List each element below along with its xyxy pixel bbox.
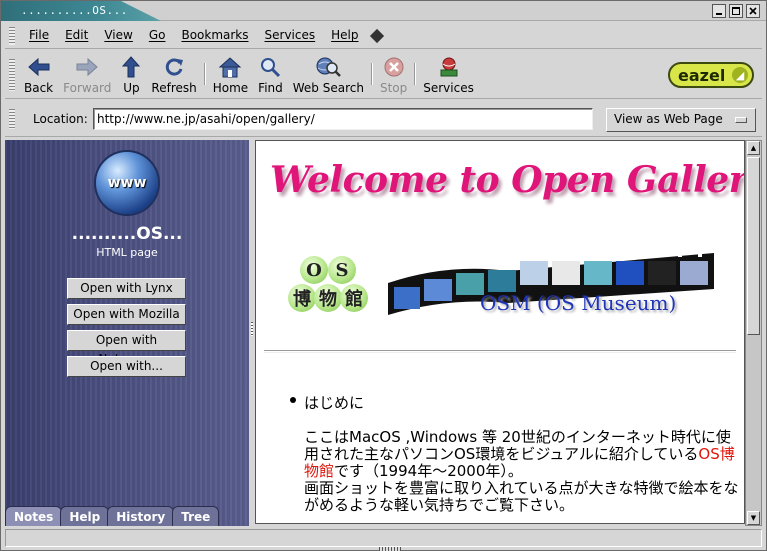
location-input[interactable]: http://www.ne.jp/asahi/open/gallery/ xyxy=(93,108,593,130)
scroll-up-arrow-icon[interactable]: ▲ xyxy=(747,141,760,155)
toolbar-separator xyxy=(370,63,373,85)
www-icon-text: www xyxy=(107,175,147,191)
title-bar[interactable]: ..........OS... xyxy=(1,1,766,21)
sidebar: www ..........OS... HTML page Open with … xyxy=(5,140,249,526)
up-arrow-icon xyxy=(122,56,141,78)
view-as-label: View as Web Page xyxy=(614,112,723,126)
menu-view[interactable]: View xyxy=(96,28,140,42)
stop-label: Stop xyxy=(379,81,408,95)
home-icon xyxy=(219,57,242,78)
sidebar-subtitle: HTML page xyxy=(96,246,158,259)
back-button[interactable]: Back xyxy=(19,55,58,95)
stop-button[interactable]: Stop xyxy=(375,55,412,95)
logo-char: O xyxy=(300,256,328,284)
eazel-logo[interactable]: eazel ◢ xyxy=(668,62,754,88)
resize-grip[interactable] xyxy=(379,547,401,551)
magnifier-icon xyxy=(261,58,281,78)
services-label: Services xyxy=(423,81,474,95)
intro-text-tail: です（1994年～2000年）。 xyxy=(334,462,523,480)
forward-arrow-icon xyxy=(76,57,99,77)
web-content: Welcome to Open Gallery O S 博 物 館 OSM (O… xyxy=(255,140,745,524)
location-label: Location: xyxy=(33,112,88,126)
osm-caption[interactable]: OSM (OS Museum) xyxy=(480,291,676,315)
maximize-button[interactable] xyxy=(729,4,743,18)
find-button[interactable]: Find xyxy=(253,55,288,95)
diamond-icon[interactable] xyxy=(370,28,385,44)
toolbar-grip[interactable] xyxy=(9,59,15,91)
vertical-scrollbar[interactable]: ▲ ▼ xyxy=(745,140,762,526)
close-button[interactable] xyxy=(746,4,760,18)
web-search-button[interactable]: Web Search xyxy=(288,55,369,95)
minimize-button[interactable] xyxy=(712,4,726,18)
maximize-icon xyxy=(732,7,740,15)
menu-bar: File Edit View Go Bookmarks Services Hel… xyxy=(5,23,762,49)
scroll-down-arrow-icon[interactable]: ▼ xyxy=(747,511,760,525)
view-as-menu[interactable]: View as Web Page xyxy=(606,108,756,132)
intro-heading: はじめに xyxy=(304,394,365,412)
find-label: Find xyxy=(258,81,283,95)
option-menu-indicator-icon xyxy=(735,117,747,123)
menu-help[interactable]: Help xyxy=(323,28,366,42)
minimize-icon xyxy=(716,13,722,15)
horizontal-rule xyxy=(264,350,736,353)
refresh-button[interactable]: Refresh xyxy=(146,55,201,95)
tab-tree[interactable]: Tree xyxy=(172,506,220,526)
intro-text-line2: 画面ショットを豊富に取り入れている点が大きな特徴で絵本をながめるような軽い気持ち… xyxy=(304,479,739,514)
menu-go[interactable]: Go xyxy=(141,28,174,42)
services-icon xyxy=(440,57,458,77)
tab-history[interactable]: History xyxy=(107,506,175,526)
home-button[interactable]: Home xyxy=(208,55,253,95)
intro-text: ここはMacOS ,Windows 等 20世紀のインターネット時代に使用された… xyxy=(304,428,731,463)
bullet-icon xyxy=(290,397,296,403)
logo-char: 館 xyxy=(340,284,368,312)
welcome-banner: Welcome to Open Gallery xyxy=(270,159,745,201)
browser-window: ..........OS... File Edit View Go Bookma… xyxy=(0,0,767,551)
open-with-netscape-button[interactable]: Open with Netscape xyxy=(67,330,186,366)
forward-label: Forward xyxy=(63,81,112,95)
logo-char: 物 xyxy=(314,284,342,312)
location-bar: Location: http://www.ne.jp/asahi/open/ga… xyxy=(5,101,762,137)
eazel-throbber-icon: ◢ xyxy=(732,67,748,83)
eazel-logo-text: eazel xyxy=(678,65,726,85)
open-with-mozilla-button[interactable]: Open with Mozilla xyxy=(67,304,186,325)
logo-char: S xyxy=(328,256,356,284)
menu-bookmarks[interactable]: Bookmarks xyxy=(173,28,256,42)
tab-help[interactable]: Help xyxy=(60,506,110,526)
close-icon xyxy=(749,7,757,15)
location-grip[interactable] xyxy=(9,109,15,129)
sidebar-tabs: Notes Help History Tree xyxy=(5,506,220,526)
services-button[interactable]: Services xyxy=(418,55,479,95)
sidebar-title: ..........OS... xyxy=(71,224,183,244)
intro-paragraph: ここはMacOS ,Windows 等 20世紀のインターネット時代に使用された… xyxy=(304,429,740,514)
menu-file[interactable]: File xyxy=(21,28,57,42)
up-button[interactable]: Up xyxy=(116,55,146,95)
menubar-grip[interactable] xyxy=(9,27,15,45)
logo-char: 博 xyxy=(288,284,316,312)
refresh-label: Refresh xyxy=(151,81,197,95)
os-museum-logo[interactable]: O S 博 物 館 xyxy=(288,256,368,316)
window-title: ..........OS... xyxy=(21,4,128,17)
toolbar-separator xyxy=(203,63,206,85)
scrollbar-thumb[interactable] xyxy=(747,157,760,335)
refresh-icon xyxy=(165,58,184,76)
back-arrow-icon xyxy=(27,57,50,77)
tab-notes[interactable]: Notes xyxy=(5,506,63,526)
web-search-label: Web Search xyxy=(292,81,364,95)
menu-services[interactable]: Services xyxy=(257,28,324,42)
back-label: Back xyxy=(24,81,54,95)
status-bar xyxy=(5,529,762,547)
toolbar: Back Forward Up Refresh Home Find Web Se… xyxy=(5,51,762,99)
up-label: Up xyxy=(123,81,140,95)
home-label: Home xyxy=(212,81,249,95)
www-globe-icon: www xyxy=(96,152,158,214)
forward-button[interactable]: Forward xyxy=(58,55,116,95)
web-search-icon xyxy=(316,57,342,77)
menu-edit[interactable]: Edit xyxy=(57,28,96,42)
toolbar-separator xyxy=(414,63,417,85)
open-with-lynx-button[interactable]: Open with Lynx xyxy=(67,278,186,299)
open-with-button[interactable]: Open with... xyxy=(67,356,186,377)
stop-icon xyxy=(384,57,404,77)
